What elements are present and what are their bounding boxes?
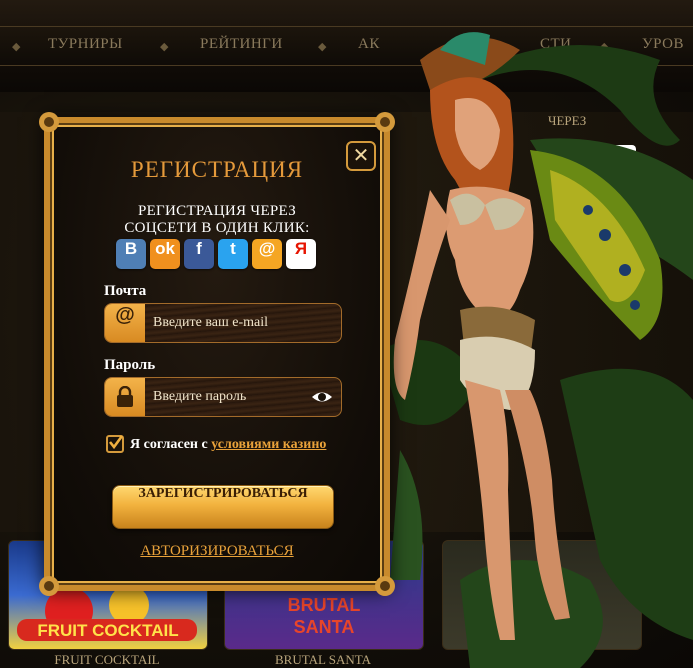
background-social-text: ЧЕРЕЗ xyxy=(548,113,587,128)
password-label: Пароль xyxy=(104,357,156,373)
odnoklassniki-icon: ok xyxy=(155,239,175,258)
show-password-eye-icon[interactable] xyxy=(311,388,333,406)
nav-item-ratings[interactable]: РЕЙТИНГИ xyxy=(200,36,283,53)
game-title-brutal-santa[interactable]: BRUTAL SANTA xyxy=(224,652,422,668)
mailru-button[interactable]: @ xyxy=(252,239,282,269)
login-link[interactable]: АВТОРИЗИРОВАТЬСЯ xyxy=(50,543,384,560)
game-title-fruit-cocktail[interactable]: FRUIT COCKTAIL xyxy=(8,652,206,668)
email-label: Почта xyxy=(104,283,147,299)
email-at-icon: @ xyxy=(105,304,145,342)
corner-ornament-icon xyxy=(375,112,395,132)
checkmark-icon xyxy=(108,435,124,450)
nav-separator: ◆ xyxy=(12,41,21,53)
corner-ornament-icon xyxy=(39,112,59,132)
twitter-icon: t xyxy=(230,239,236,258)
close-button[interactable]: ✕ xyxy=(346,141,376,171)
svg-text:SANTA: SANTA xyxy=(294,617,355,637)
registration-modal: РЕГИСТРАЦИЯ ✕ РЕГИСТРАЦИЯ ЧЕРЕЗ СОЦСЕТИ … xyxy=(39,112,395,596)
background-vk-icon xyxy=(556,145,582,171)
svg-text:FRUIT COCKTAIL: FRUIT COCKTAIL xyxy=(37,621,178,640)
twitter-button[interactable]: t xyxy=(218,239,248,269)
mailru-icon: @ xyxy=(258,239,276,258)
corner-ornament-icon xyxy=(375,576,395,596)
facebook-button[interactable]: f xyxy=(184,239,214,269)
agree-text: Я согласен с условиями казино xyxy=(130,437,327,452)
background-mailru-icon: @ xyxy=(582,145,608,171)
password-input[interactable] xyxy=(153,378,303,416)
nav-item-actions[interactable]: АК xyxy=(358,36,380,53)
game-card-nuke-world[interactable] xyxy=(442,540,642,650)
vk-button[interactable]: В xyxy=(116,239,146,269)
lock-icon xyxy=(105,378,145,416)
nav-separator: ◆ xyxy=(600,41,609,53)
agree-checkbox[interactable] xyxy=(106,435,124,453)
email-input[interactable] xyxy=(153,304,303,342)
nav-item-tournaments[interactable]: ТУРНИРЫ xyxy=(48,36,123,53)
background-yandex-icon: Я xyxy=(610,145,636,171)
nav-separator: ◆ xyxy=(160,41,169,53)
password-field[interactable] xyxy=(104,377,342,417)
corner-ornament-icon xyxy=(39,576,59,596)
facebook-icon: f xyxy=(196,239,202,258)
social-login-title: РЕГИСТРАЦИЯ ЧЕРЕЗ СОЦСЕТИ В ОДИН КЛИК: xyxy=(124,203,310,236)
vk-icon: В xyxy=(124,239,138,258)
yandex-button[interactable]: Я xyxy=(286,239,316,269)
modal-title: РЕГИСТРАЦИЯ xyxy=(130,157,304,182)
nav-item-news[interactable]: СТИ xyxy=(540,36,572,53)
nav-separator: ◆ xyxy=(318,41,327,53)
yandex-icon: Я xyxy=(294,239,308,258)
terms-link[interactable]: условиями казино xyxy=(211,437,326,452)
nav-item-levels[interactable]: УРОВ xyxy=(642,36,684,53)
email-field[interactable]: @ xyxy=(104,303,342,343)
odnoklassniki-button[interactable]: ok xyxy=(150,239,180,269)
background-button xyxy=(548,192,638,220)
game-title-nuke-world[interactable]: NUKE WORLD xyxy=(442,652,640,668)
register-button[interactable]: ЗАРЕГИСТРИРОВАТЬСЯ xyxy=(112,485,334,529)
svg-text:BRUTAL: BRUTAL xyxy=(288,595,361,615)
top-navigation: ◆ ТУРНИРЫ ◆ РЕЙТИНГИ ◆ АК СТИ ◆ УРОВ xyxy=(0,0,693,92)
